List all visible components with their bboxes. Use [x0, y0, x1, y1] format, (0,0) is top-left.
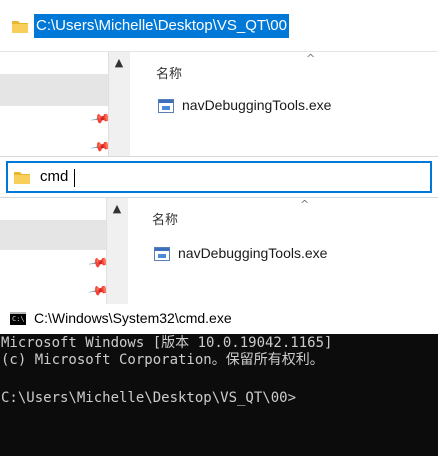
address-bar[interactable]: C:\Users\Michelle\Desktop\VS_QT\00: [0, 0, 438, 52]
column-header-name[interactable]: 名称: [152, 209, 178, 228]
file-name: navDebuggingTools.exe: [178, 245, 328, 261]
address-path-selected[interactable]: C:\Users\Michelle\Desktop\VS_QT\00: [34, 14, 289, 38]
sort-ascending-icon: ^: [306, 52, 316, 65]
console-line: Microsoft Windows [版本 10.0.19042.1165]: [1, 335, 333, 351]
scroll-up-icon[interactable]: ▲: [107, 198, 127, 218]
folder-icon: [14, 172, 30, 184]
sort-ascending-icon: ^: [300, 198, 310, 211]
cmd-icon: C:\: [10, 312, 26, 325]
file-name: navDebuggingTools.exe: [182, 97, 332, 113]
console-line: (c) Microsoft Corporation。保留所有权利。: [1, 352, 324, 368]
nav-item-selected[interactable]: [0, 220, 108, 250]
folder-icon: [12, 21, 28, 33]
navigation-pane[interactable]: 📌 📌: [0, 198, 109, 304]
text-caret: [74, 169, 75, 187]
address-bar[interactable]: cmd: [0, 156, 438, 198]
nav-scrollbar[interactable]: ▲: [108, 52, 130, 156]
exe-file-icon: [158, 99, 174, 113]
console-prompt: C:\Users\Michelle\Desktop\VS_QT\00>: [1, 390, 297, 406]
console-output[interactable]: Microsoft Windows [版本 10.0.19042.1165] (…: [0, 334, 438, 456]
console-title-bar[interactable]: C:\ C:\Windows\System32\cmd.exe: [0, 304, 438, 334]
address-input-text: cmd: [40, 168, 69, 185]
exe-file-icon: [154, 247, 170, 261]
console-title: C:\Windows\System32\cmd.exe: [34, 310, 232, 326]
scroll-up-icon[interactable]: ▲: [109, 52, 129, 72]
address-input[interactable]: cmd: [6, 161, 432, 193]
file-list[interactable]: ^ 名称 navDebuggingTools.exe: [130, 52, 438, 156]
file-list[interactable]: ^ 名称 navDebuggingTools.exe: [128, 198, 438, 304]
nav-item-selected[interactable]: [0, 74, 108, 106]
navigation-pane[interactable]: 📌 📌: [0, 52, 111, 158]
column-header-name[interactable]: 名称: [156, 63, 182, 82]
nav-scrollbar[interactable]: ▲: [106, 198, 128, 304]
